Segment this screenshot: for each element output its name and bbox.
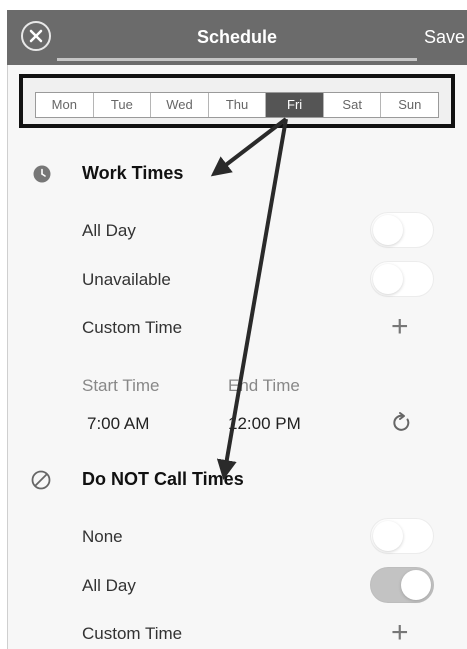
arrow-to-do-not-call — [216, 118, 288, 480]
annotation-arrows — [210, 117, 288, 480]
arrow-to-work-times — [210, 117, 288, 177]
